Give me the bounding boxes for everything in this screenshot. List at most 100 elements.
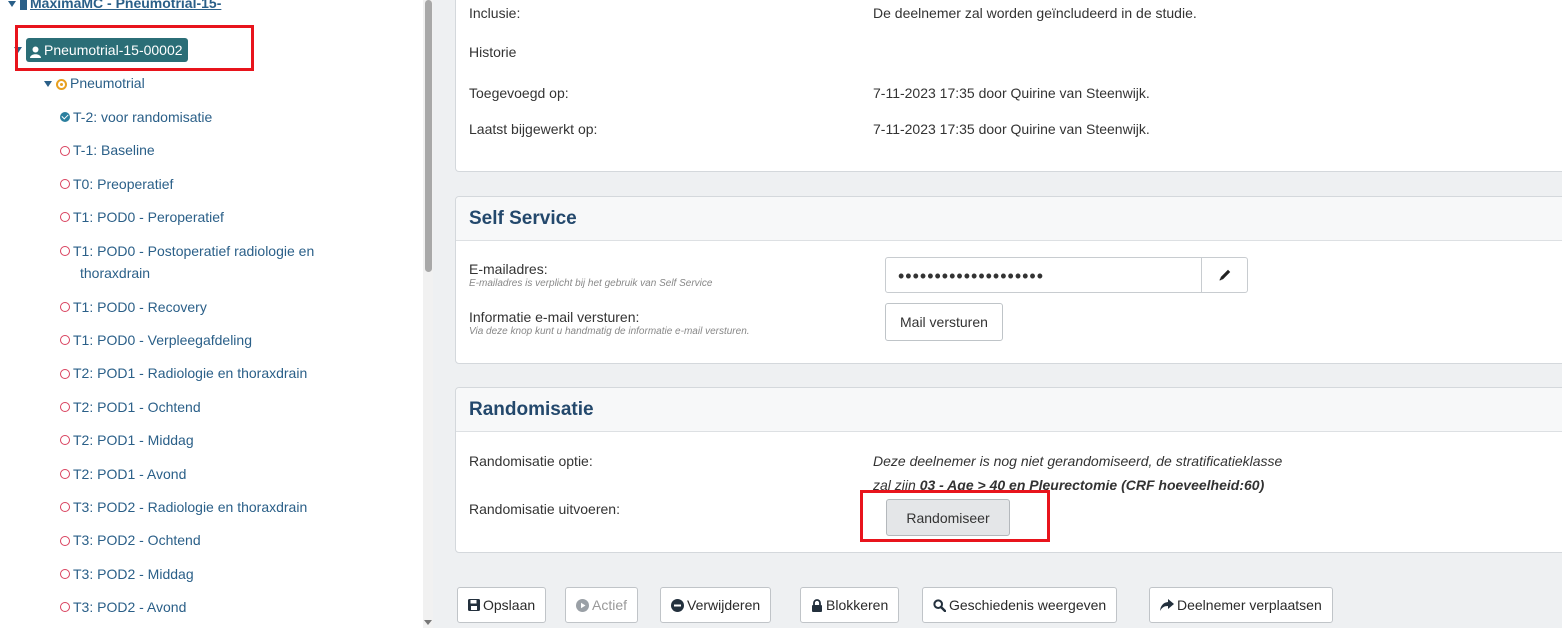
visit-label: T3: POD2 - Radiologie en thoraxdrain bbox=[73, 499, 308, 515]
building-icon bbox=[20, 0, 27, 10]
save-button[interactable]: Opslaan bbox=[457, 587, 547, 623]
history-button[interactable]: Geschiedenis weergeven bbox=[922, 587, 1118, 623]
tree-node-organisation[interactable]: MáximaMC - Pneumotrial-15- bbox=[8, 0, 221, 14]
participant-label: Pneumotrial-15-00002 bbox=[44, 42, 183, 59]
caret-down-icon[interactable] bbox=[8, 1, 16, 8]
sidebar-scrollbar-thumb[interactable] bbox=[425, 0, 432, 272]
empty-circle-icon bbox=[60, 301, 70, 312]
inclusie-label: Inclusie: bbox=[469, 5, 521, 21]
empty-circle-icon bbox=[60, 335, 70, 346]
lock-icon bbox=[812, 598, 822, 612]
visit-item[interactable]: T1: POD0 - Peroperatief bbox=[60, 206, 224, 228]
empty-circle-icon bbox=[60, 402, 70, 413]
visit-item[interactable]: T3: POD2 - Avond bbox=[60, 596, 186, 618]
visit-label: T3: POD2 - Middag bbox=[73, 565, 194, 582]
search-icon bbox=[933, 599, 946, 612]
delete-button[interactable]: Verwijderen bbox=[660, 587, 772, 623]
empty-circle-icon bbox=[60, 368, 70, 379]
visit-label: T-2: voor randomisatie bbox=[73, 109, 213, 125]
save-button-label: Opslaan bbox=[483, 597, 536, 613]
visit-item[interactable]: T3: POD2 - Radiologie en thoraxdrain bbox=[60, 496, 307, 518]
move-participant-button[interactable]: Deelnemer verplaatsen bbox=[1149, 587, 1333, 623]
updated-value: 7-11-2023 17:35 door Quirine van Steenwi… bbox=[873, 121, 1150, 137]
caret-down-icon[interactable] bbox=[44, 81, 52, 88]
block-button[interactable]: Blokkeren bbox=[800, 587, 900, 623]
visit-label: T2: POD1 - Radiologie en thoraxdrain bbox=[73, 365, 308, 382]
visit-item[interactable]: T3: POD2 - Middag bbox=[60, 563, 194, 585]
share-arrow-icon bbox=[1160, 599, 1174, 612]
empty-circle-icon bbox=[60, 179, 70, 190]
randomisatie-panel: Randomisatie Randomisatie optie: Deze de… bbox=[455, 387, 1562, 553]
tree-node-participant[interactable]: Pneumotrial-15-00002 bbox=[14, 38, 188, 63]
updated-label: Laatst bijgewerkt op: bbox=[469, 121, 598, 137]
floppy-disk-icon bbox=[468, 599, 480, 612]
empty-circle-icon bbox=[60, 569, 70, 580]
visit-label: T0: Preoperatief bbox=[73, 175, 174, 192]
info-mail-label: Informatie e-mail versturen: bbox=[469, 309, 640, 325]
email-field-value: •••••••••••••••••••• bbox=[898, 266, 1045, 286]
historie-label: Historie bbox=[469, 44, 517, 60]
randomiseer-button[interactable]: Randomiseer bbox=[886, 499, 1010, 536]
email-sub-label: E-mailadres is verplicht bij het gebruik… bbox=[469, 278, 713, 289]
added-label: Toegevoegd op: bbox=[469, 85, 569, 101]
play-circle-icon bbox=[576, 598, 589, 612]
info-mail-label-group: Informatie e-mail versturen: Via deze kn… bbox=[469, 309, 750, 337]
visit-label: T-1: Baseline bbox=[73, 142, 155, 159]
user-icon bbox=[30, 46, 41, 58]
self-service-heading: Self Service bbox=[456, 197, 1562, 241]
visit-item[interactable]: T1: POD0 - Verpleegafdeling bbox=[60, 329, 252, 351]
participant-tree-sidebar: MáximaMC - Pneumotrial-15- Pneumotrial-1… bbox=[0, 0, 433, 628]
caret-down-icon[interactable] bbox=[14, 47, 22, 54]
visit-item[interactable]: T-2: voor randomisatie bbox=[60, 106, 212, 128]
tree-node-study[interactable]: Pneumotrial bbox=[44, 72, 145, 94]
stratification-prefix: zal zijn bbox=[873, 477, 920, 493]
randomisatie-option-text-2: zal zijn 03 - Age > 40 en Pleurectomie (… bbox=[873, 477, 1264, 493]
history-button-label: Geschiedenis weergeven bbox=[949, 597, 1107, 613]
visit-item[interactable]: T2: POD1 - Ochtend bbox=[60, 396, 201, 418]
visit-label: T3: POD2 - Avond bbox=[73, 599, 187, 616]
visit-item[interactable]: T3: POD2 - Ochtend bbox=[60, 529, 201, 551]
empty-circle-icon bbox=[60, 212, 70, 223]
visit-item[interactable]: T-1: Baseline bbox=[60, 139, 155, 161]
visit-label: T1: POD0 - Postoperatief radiologie en bbox=[73, 242, 315, 259]
empty-circle-icon bbox=[60, 468, 70, 479]
check-circle-icon bbox=[60, 112, 70, 123]
stratification-class: 03 - Age > 40 en Pleurectomie (CRF hoeve… bbox=[919, 477, 1265, 493]
visit-item[interactable]: T1: POD0 - Recovery bbox=[60, 296, 207, 318]
visit-label: T1: POD0 - Recovery bbox=[73, 298, 207, 315]
email-label: E-mailadres: bbox=[469, 261, 548, 277]
inclusie-value: De deelnemer zal worden geïncludeerd in … bbox=[873, 5, 1197, 21]
visit-item[interactable]: T2: POD1 - Avond bbox=[60, 463, 186, 485]
email-edit-button[interactable] bbox=[1201, 258, 1247, 292]
study-label: Pneumotrial bbox=[70, 75, 145, 91]
active-button[interactable]: Actief bbox=[565, 587, 639, 623]
study-icon bbox=[56, 78, 67, 90]
visit-label: T1: POD0 - Verpleegafdeling bbox=[73, 332, 252, 348]
delete-button-label: Verwijderen bbox=[687, 597, 761, 613]
randomisatie-option-label: Randomisatie optie: bbox=[469, 453, 593, 469]
visit-label: T2: POD1 - Avond bbox=[73, 465, 187, 482]
randomisatie-heading: Randomisatie bbox=[456, 388, 1562, 432]
empty-circle-icon bbox=[60, 435, 70, 446]
visit-item[interactable]: T2: POD1 - Middag bbox=[60, 429, 194, 451]
organisation-label: MáximaMC - Pneumotrial-15- bbox=[30, 0, 222, 11]
participant-chip[interactable]: Pneumotrial-15-00002 bbox=[26, 38, 188, 63]
visit-item[interactable]: T0: Preoperatief bbox=[60, 173, 173, 195]
empty-circle-icon bbox=[60, 535, 70, 546]
visit-item[interactable]: T2: POD1 - Radiologie en thoraxdrain bbox=[60, 362, 307, 384]
main-content: Inclusie: De deelnemer zal worden geïncl… bbox=[433, 0, 1562, 628]
mail-send-button[interactable]: Mail versturen bbox=[885, 303, 1003, 341]
self-service-panel: Self Service E-mailadres: E-mailadres is… bbox=[455, 196, 1562, 364]
email-label-group: E-mailadres: E-mailadres is verplicht bi… bbox=[469, 261, 712, 289]
active-button-label: Actief bbox=[592, 597, 628, 613]
added-value: 7-11-2023 17:35 door Quirine van Steenwi… bbox=[873, 85, 1150, 101]
visit-label: T1: POD0 - Peroperatief bbox=[73, 209, 224, 226]
visit-item[interactable]: T1: POD0 - Postoperatief radiologie en th… bbox=[60, 240, 380, 284]
participant-details-panel: Inclusie: De deelnemer zal worden geïncl… bbox=[455, 0, 1562, 172]
empty-circle-icon bbox=[60, 245, 70, 256]
visit-label: T3: POD2 - Ochtend bbox=[73, 532, 201, 549]
randomisatie-execute-label: Randomisatie uitvoeren: bbox=[469, 501, 620, 517]
email-field[interactable]: •••••••••••••••••••• bbox=[885, 257, 1248, 293]
empty-circle-icon bbox=[60, 602, 70, 613]
scroll-down-arrow-icon[interactable] bbox=[424, 620, 432, 625]
